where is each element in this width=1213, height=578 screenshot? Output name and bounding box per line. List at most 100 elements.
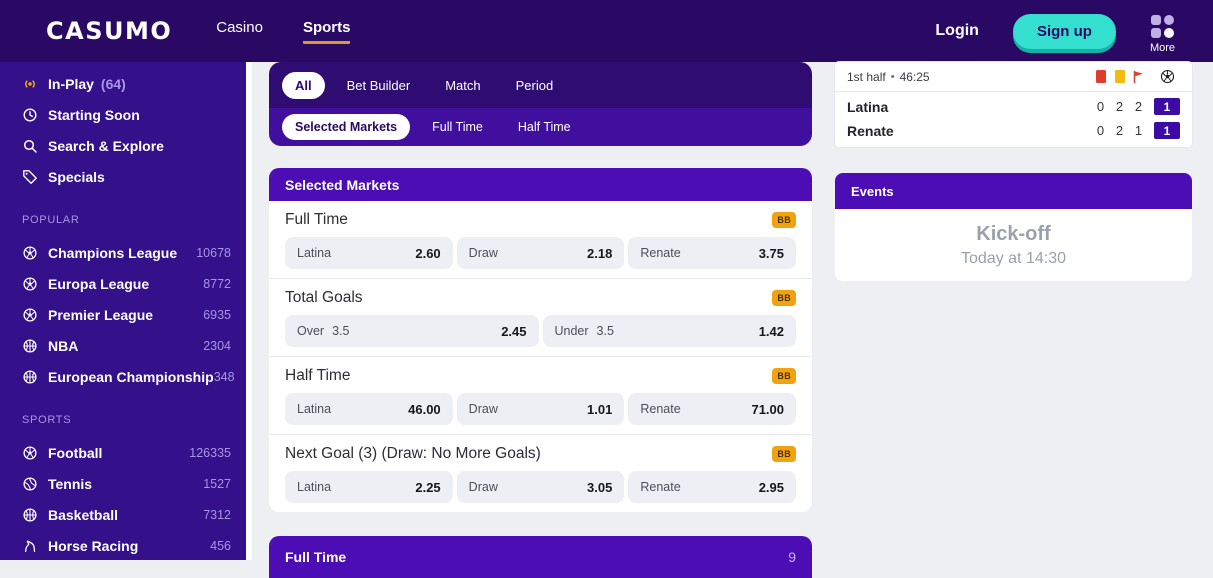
sidebar-item-count: 10678 [196,245,231,260]
odds-value: 2.25 [415,479,441,495]
odds-selection: Latina [297,402,332,416]
odds-button-draw[interactable]: Draw 1.01 [456,393,625,425]
sidebar-item-label: NBA [48,337,79,354]
odds-button-over-3-5[interactable]: Over 3.5 2.45 [285,315,539,347]
corner-flag-icon [1129,70,1148,84]
odds-value: 1.42 [758,323,784,339]
casumo-logo[interactable]: CASUMO [46,17,172,45]
more-menu-button[interactable]: More [1150,14,1175,54]
sidebar-item-label: Premier League [48,306,154,323]
sidebar-item-european-championship[interactable]: European Championship 348 [0,361,246,392]
sidebar: In-Play (64) Starting Soon Search & Explore… [0,62,246,560]
sidebar-item-count: 2304 [203,338,231,353]
sidebar-item-premier-league[interactable]: Premier League 6935 [0,299,246,330]
filter-match[interactable]: Match [432,72,493,99]
odds-button-renate[interactable]: Renate 71.00 [628,393,797,425]
odds-selection: Latina [297,246,332,260]
sidebar-item-basketball[interactable]: Basketball 7312 [0,499,246,530]
odds-button-under-3-5[interactable]: Under 3.5 1.42 [542,315,796,347]
market-title: Full Time [285,211,348,228]
sidebar-item-label: Tennis [48,475,93,492]
separator-dot: • [890,70,895,83]
events-header: Events [835,173,1192,209]
nav-link-sports[interactable]: Sports [302,19,351,44]
selected-markets-panel: Full Time BB Latina 2.60 Draw 2.18 Renate 3.75 T… [269,201,812,512]
odds-button-renate[interactable]: Renate 3.75 [628,237,797,269]
odds-button-latina[interactable]: Latina 2.25 [285,471,453,503]
tennis-icon [22,476,38,492]
market-title: Total Goals [285,289,363,306]
basketball-icon [22,338,38,354]
filter-full-time[interactable]: Full Time [419,114,496,140]
filter-selected-markets[interactable]: Selected Markets [282,114,411,140]
sidebar-item-in-play[interactable]: In-Play (64) [0,68,246,99]
football-icon [22,245,38,261]
team-name: Latina [847,98,889,115]
login-button[interactable]: Login [935,22,979,40]
odds-selection: Latina [297,480,332,494]
filter-half-time[interactable]: Half Time [505,114,584,140]
odds-value: 2.18 [587,245,613,261]
red-cards-count: 0 [1096,99,1105,114]
sidebar-item-champions-league[interactable]: Champions League 10678 [0,237,246,268]
odds-line: 3.5 [332,324,350,338]
odds-line: 3.5 [596,324,614,338]
yellow-cards-count: 2 [1115,99,1124,114]
collapsed-panel-title: Full Time [285,549,347,565]
sidebar-item-label: Search & Explore [48,137,164,154]
odds-button-draw[interactable]: Draw 2.18 [456,237,625,269]
popular-section-label: POPULAR [22,214,80,226]
signup-button[interactable]: Sign up [1012,13,1116,49]
odds-value: 3.05 [587,479,613,495]
collapsed-panel-count: 9 [788,549,796,565]
odds-button-latina[interactable]: Latina 2.60 [285,237,453,269]
sidebar-item-starting-soon[interactable]: Starting Soon [0,99,246,130]
sidebar-item-horse-racing[interactable]: Horse Racing 456 [0,530,246,560]
sidebar-item-count: 348 [213,369,235,384]
full-time-collapsed-panel[interactable]: Full Time 9 [269,536,812,578]
score-box: 1 [1154,98,1180,115]
selected-markets-header: Selected Markets [269,168,812,201]
kickoff-time: Today at 14:30 [961,249,1066,267]
basketball-icon [22,369,38,385]
nav-link-casino[interactable]: Casino [216,19,263,44]
market-section-half-time: Half Time BB Latina 46.00 Draw 1.01 Renate 71.0… [269,357,812,435]
more-grid-icon [1150,14,1174,38]
match-column: 1st half • 46:25 Latina 0 2 2 1 Renate 0… [835,62,1192,281]
match-period: 1st half [847,69,886,84]
filter-period[interactable]: Period [503,72,567,99]
odds-selection: Under 3.5 [554,324,614,338]
odds-selection: Renate [640,480,681,494]
filter-bet-builder[interactable]: Bet Builder [334,72,424,99]
soccer-ball-icon [1154,69,1180,84]
sidebar-item-specials[interactable]: Specials [0,161,246,192]
football-icon [22,307,38,323]
scoreboard: 1st half • 46:25 Latina 0 2 2 1 Renate 0… [835,62,1192,147]
sidebar-item-search-explore[interactable]: Search & Explore [0,130,246,161]
odds-selection: Over 3.5 [297,324,350,338]
nav-actions: Login Sign up More [935,9,1175,54]
basketball-icon [22,507,38,523]
score-rows: Latina 0 2 2 1 Renate 0 2 1 1 [835,97,1192,140]
sidebar-item-tennis[interactable]: Tennis 1527 [0,468,246,499]
clock-icon [22,107,38,123]
filter-all[interactable]: All [282,71,325,99]
sidebar-sports-group: Football 126335 Tennis 1527 Basketball 7312 Ho… [0,437,246,560]
sidebar-item-label: European Championship [48,368,214,385]
scoreboard-header: 1st half • 46:25 [835,62,1192,92]
bet-builder-badge: BB [772,368,796,384]
odds-button-draw[interactable]: Draw 3.05 [456,471,625,503]
match-clock: 46:25 [899,69,930,84]
sidebar-item-nba[interactable]: NBA 2304 [0,330,246,361]
stat-column-icons [1091,69,1180,84]
sidebar-item-europa-league[interactable]: Europa League 8772 [0,268,246,299]
sidebar-item-label: Basketball [48,506,119,523]
corners-count: 2 [1134,99,1143,114]
odds-button-latina[interactable]: Latina 46.00 [285,393,453,425]
odds-selection: Renate [640,246,681,260]
sidebar-item-football[interactable]: Football 126335 [0,437,246,468]
markets-column: All Bet Builder Match Period Selected Marke… [269,62,812,578]
market-tabs-row: Selected Markets Full Time Half Time [269,108,812,146]
sidebar-item-label: Football [48,444,103,461]
odds-button-renate[interactable]: Renate 2.95 [628,471,797,503]
